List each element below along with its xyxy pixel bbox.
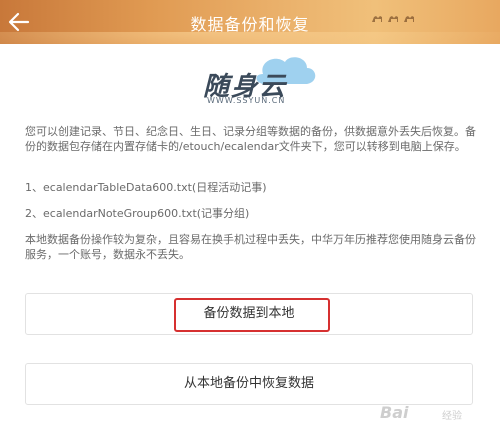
suishenyun-logo: 随身云 WWW.SSYUN.CN xyxy=(193,52,321,108)
restore-from-local-button[interactable]: 从本地备份中恢复数据 xyxy=(25,363,473,405)
backup-to-local-button[interactable]: 备份数据到本地 xyxy=(25,293,473,335)
watermark-sub: 经验 xyxy=(442,411,462,422)
watermark-text: Bai xyxy=(380,403,409,422)
baidu-jingyan-watermark: Bai 经验 xyxy=(380,401,490,427)
logo-url: WWW.SSYUN.CN xyxy=(207,96,286,105)
cloud-backup-recommendation: 本地数据备份操作较为复杂，且容易在换手机过程中丢失，中华万年历推荐您使用随身云备… xyxy=(25,233,476,261)
page-title: 数据备份和恢复 xyxy=(190,15,310,34)
title-bar: 数据备份和恢复 xyxy=(0,0,500,44)
backup-file-1: 1、ecalendarTableData600.txt(日程活动记事) xyxy=(25,181,267,194)
backup-file-2: 2、ecalendarNoteGroup600.txt(记事分组) xyxy=(25,207,250,220)
backup-description: 您可以创建记录、节日、纪念日、生日、记录分组等数据的备份，供数据意外丢失后恢复。… xyxy=(25,125,476,153)
